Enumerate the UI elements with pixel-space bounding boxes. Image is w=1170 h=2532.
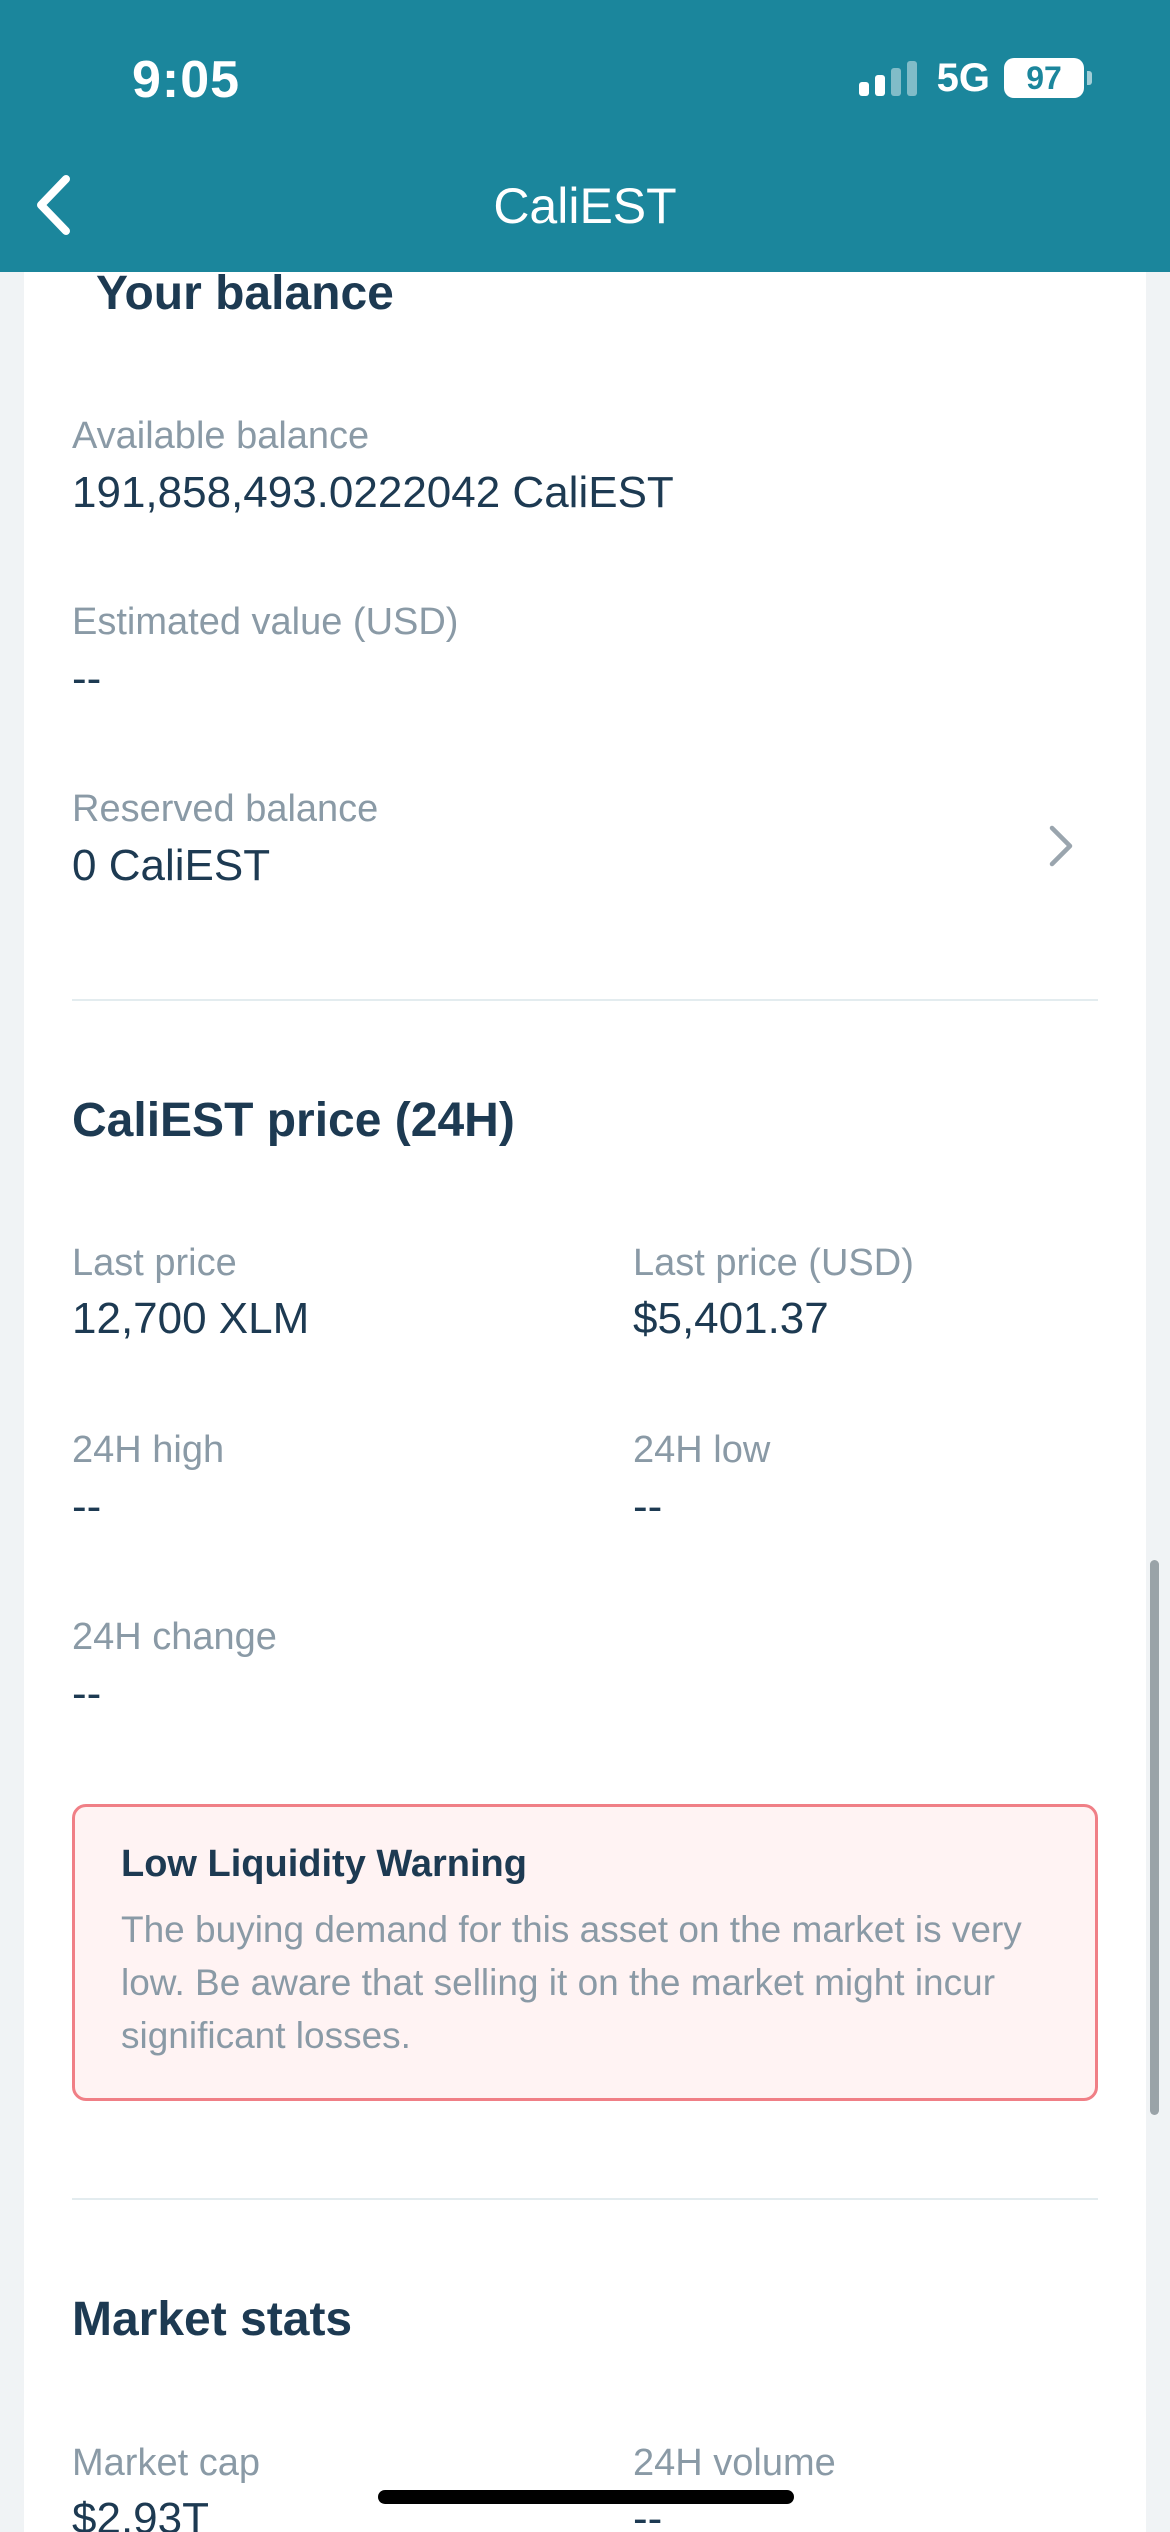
status-indicators: 5G 97 (858, 55, 1092, 100)
low-24h-value: -- (633, 1482, 663, 1531)
last-price-value: 12,700 XLM (72, 1294, 310, 1343)
signal-bar (858, 82, 869, 96)
volume-24h-label: 24H volume (633, 2442, 836, 2484)
change-24h-label: 24H change (72, 1616, 277, 1658)
reserved-balance-value: 0 CaliEST (72, 841, 271, 890)
signal-bar (874, 75, 885, 96)
section-divider (72, 2198, 1098, 2200)
change-24h-value: -- (72, 1669, 102, 1718)
chevron-right-icon (1049, 825, 1073, 867)
reserved-balance-row[interactable]: Reserved balance 0 CaliEST (72, 788, 1098, 908)
status-time: 9:05 (132, 51, 241, 109)
signal-bar (906, 61, 917, 96)
battery-tip (1087, 71, 1092, 85)
signal-bar (890, 68, 901, 96)
scrollbar[interactable] (1150, 1560, 1159, 2115)
section-divider (72, 999, 1098, 1001)
asset-detail-card: Your balance Available balance 191,858,4… (24, 267, 1146, 2532)
network-type: 5G (936, 55, 990, 100)
available-balance-value: 191,858,493.0222042 CaliEST (72, 468, 674, 517)
low-24h-label: 24H low (633, 1429, 771, 1471)
market-stats-heading: Market stats (72, 2293, 353, 2346)
price-heading: CaliEST price (24H) (72, 1094, 515, 1147)
warning-title: Low Liquidity Warning (121, 1843, 527, 1885)
reserved-balance-label: Reserved balance (72, 788, 379, 830)
high-24h-value: -- (72, 1482, 102, 1531)
market-cap-value: $2.93T (72, 2494, 209, 2532)
estimated-value-label: Estimated value (USD) (72, 601, 459, 643)
page-title: CaliEST (493, 178, 677, 234)
home-indicator[interactable] (378, 2490, 794, 2504)
battery-level: 97 (1004, 58, 1084, 98)
signal-icon (858, 60, 917, 96)
app-header: 9:05 5G 97 CaliEST (0, 0, 1170, 272)
battery-icon: 97 (1004, 58, 1092, 98)
high-24h-label: 24H high (72, 1429, 225, 1471)
warning-body: The buying demand for this asset on the … (121, 1909, 1022, 2056)
last-price-label: Last price (72, 1242, 237, 1284)
last-price-usd-value: $5,401.37 (633, 1294, 829, 1343)
estimated-value-value: -- (72, 654, 102, 703)
market-cap-label: Market cap (72, 2442, 260, 2484)
available-balance-label: Available balance (72, 415, 370, 457)
last-price-usd-label: Last price (USD) (633, 1242, 914, 1284)
balance-heading: Your balance (96, 267, 394, 320)
low-liquidity-warning: Low Liquidity Warning The buying demand … (72, 1804, 1098, 2101)
